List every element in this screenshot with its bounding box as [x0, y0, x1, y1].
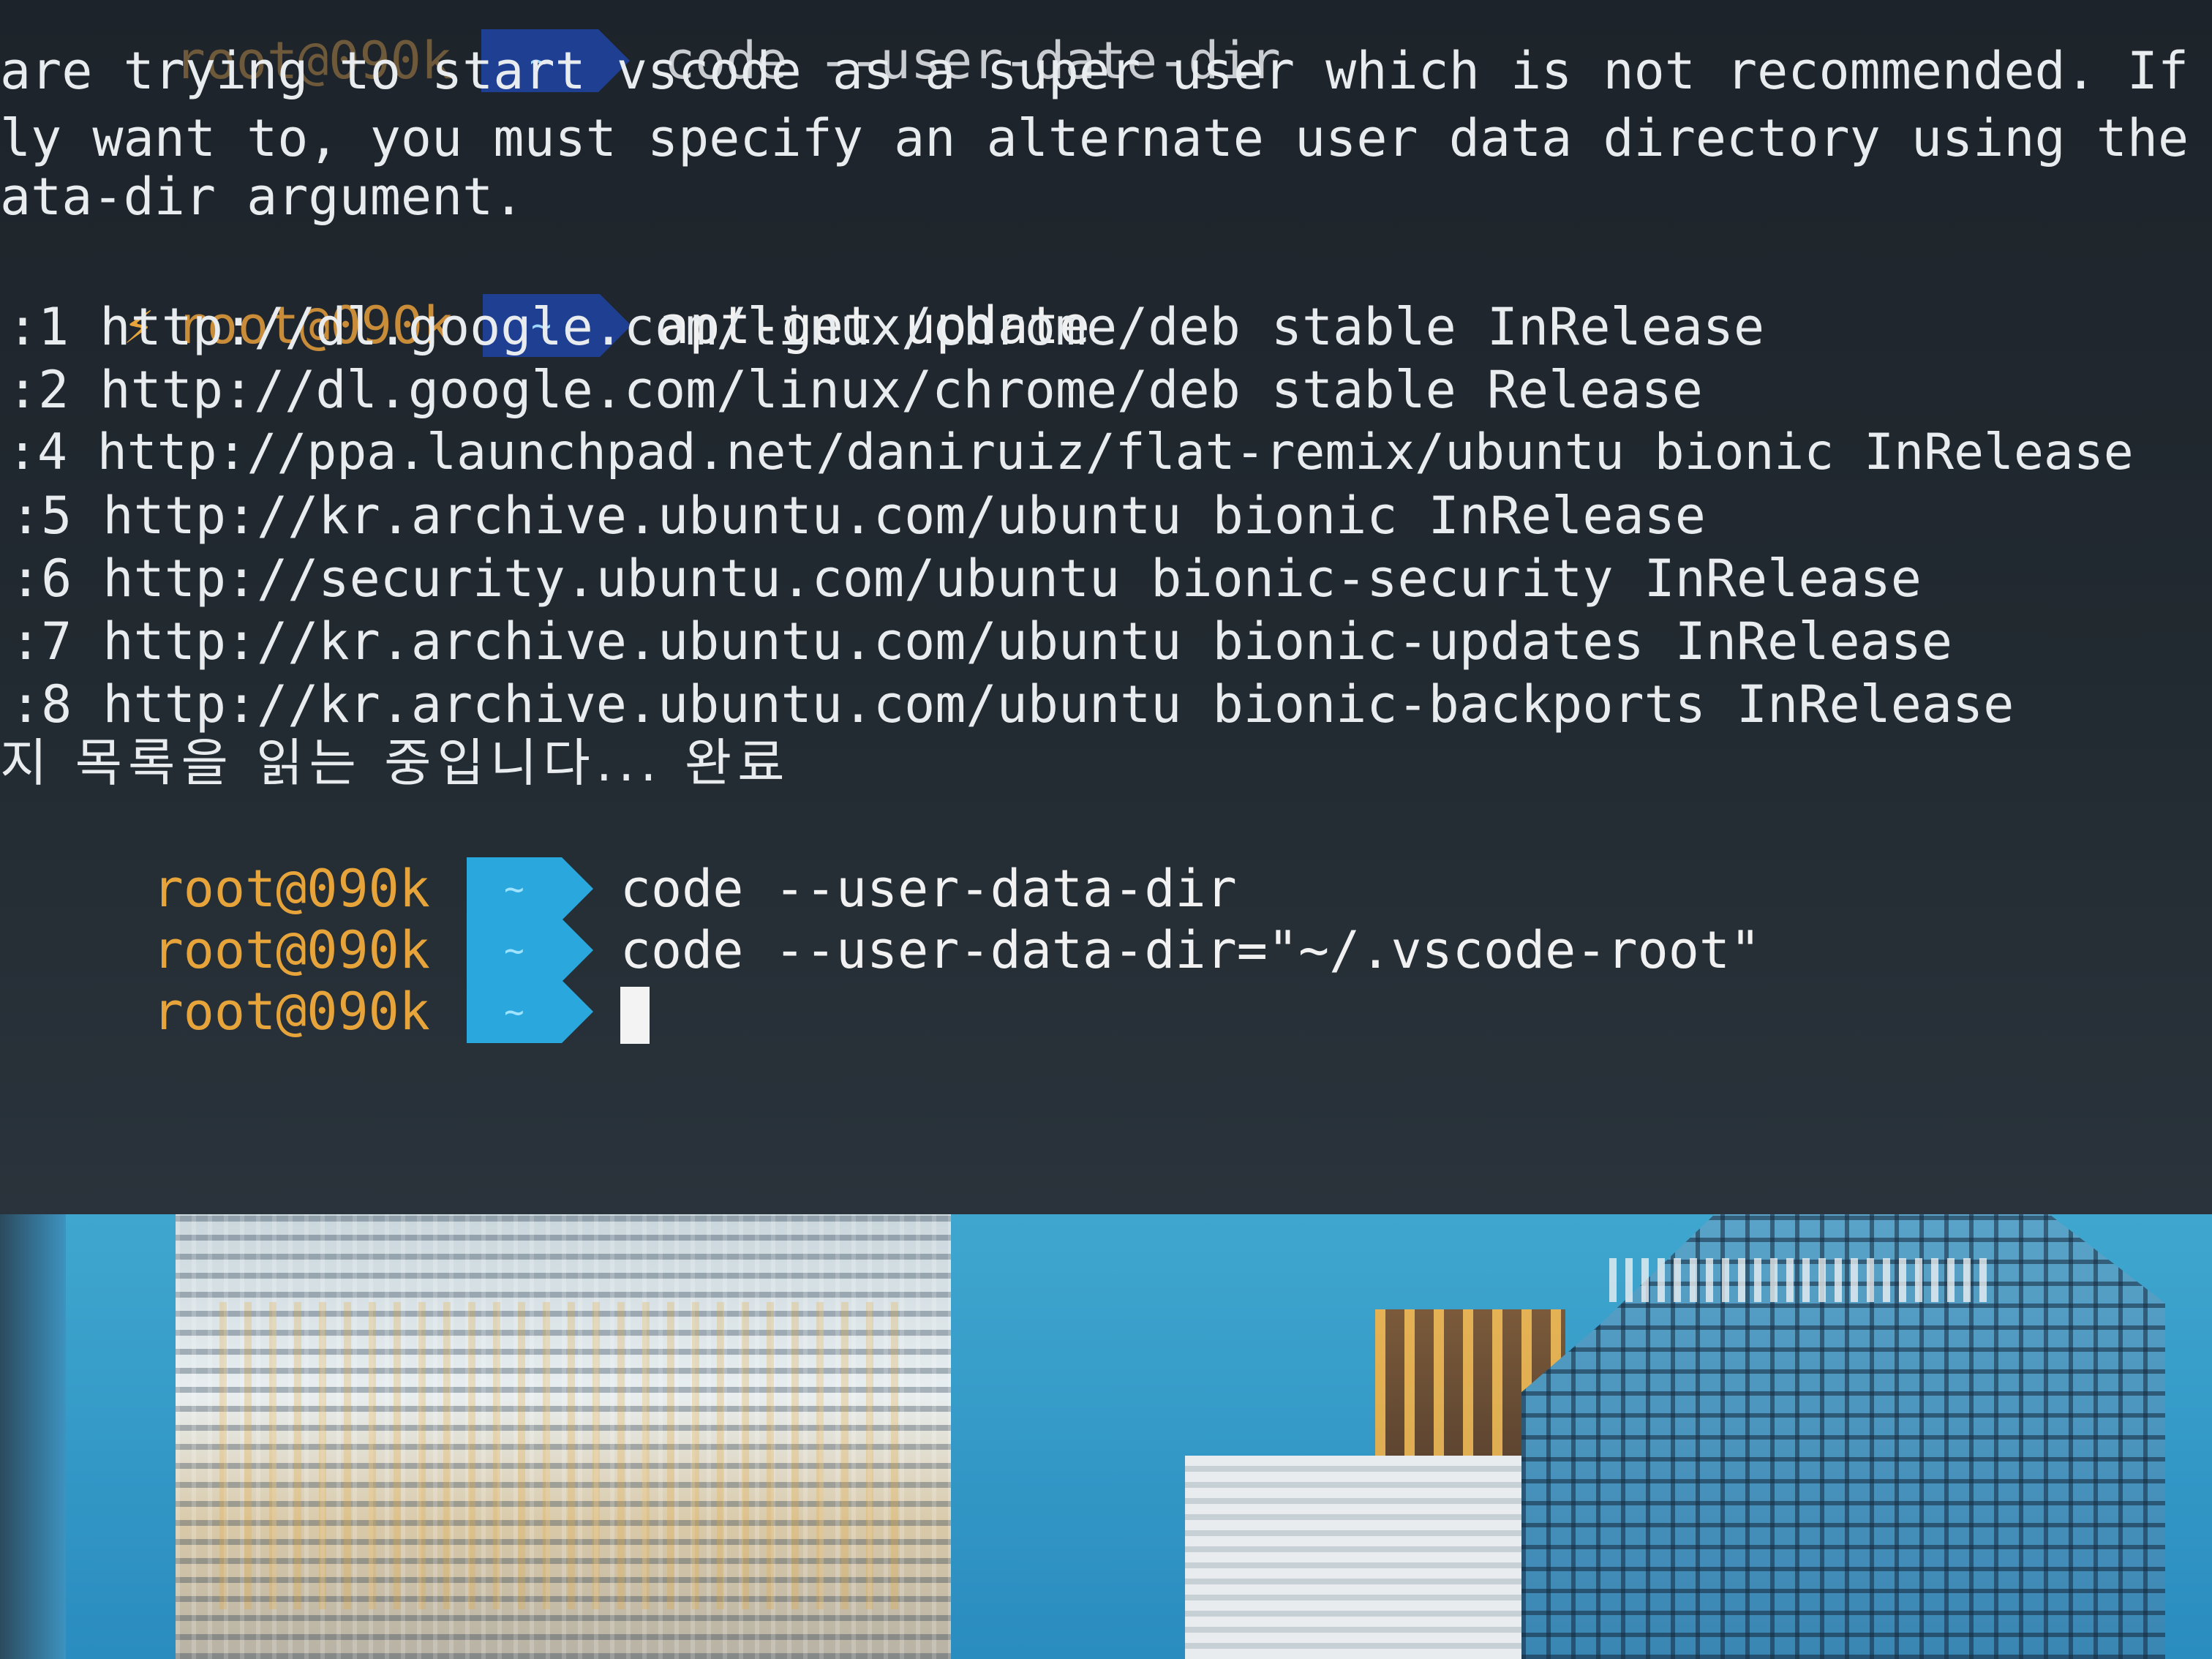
- desktop-wallpaper: [0, 1214, 2212, 1659]
- text-cursor: [620, 986, 650, 1044]
- terminal-window[interactable]: root@090k ~ code --user-date-dir are tryin…: [0, 0, 2212, 1214]
- prompt-line: root@090k ~ code --user-data-dir: [29, 794, 1237, 920]
- output-line: are trying to start vscode as a super us…: [0, 41, 2189, 101]
- prompt-command: code --user-data-dir="~/.vscode-root": [620, 920, 1761, 980]
- prompt-dir-segment: ~: [466, 980, 593, 1043]
- output-line: :1 http://dl.google.com/linux/chrome/deb…: [7, 297, 1765, 357]
- output-line: :7 http://kr.archive.ubuntu.com/ubuntu b…: [10, 612, 1953, 672]
- output-line: :6 http://security.ubuntu.com/ubuntu bio…: [10, 549, 1922, 609]
- output-line: ly want to, you must specify an alternat…: [0, 108, 2189, 168]
- prompt-user: root@090k: [152, 982, 430, 1042]
- output-line: :2 http://dl.google.com/linux/chrome/deb…: [7, 360, 1703, 420]
- wallpaper-building-left: [176, 1214, 951, 1659]
- prompt-line: root@090k ~ code --user-data-dir="~/.vscod…: [29, 856, 1761, 982]
- wallpaper-building-white: [1185, 1456, 1551, 1659]
- output-line: ata-dir argument.: [0, 167, 524, 227]
- output-line: :4 http://ppa.launchpad.net/daniruiz/fla…: [7, 424, 2134, 481]
- output-line: :8 http://kr.archive.ubuntu.com/ubuntu b…: [10, 674, 2014, 734]
- wallpaper-building-lights: [1609, 1258, 1990, 1302]
- prompt-line-apt: ⚡ root@090k ~ apt-get update: [0, 231, 1090, 357]
- prompt-line-top: root@090k ~ code --user-date-dir: [51, 0, 1281, 92]
- output-line: :5 http://kr.archive.ubuntu.com/ubuntu b…: [10, 486, 1706, 546]
- wallpaper-building-edge: [0, 1214, 66, 1659]
- prompt-line-active[interactable]: root@090k ~: [29, 917, 650, 1044]
- status-line: 지 목록을 읽는 중입니다... 완료: [0, 733, 791, 793]
